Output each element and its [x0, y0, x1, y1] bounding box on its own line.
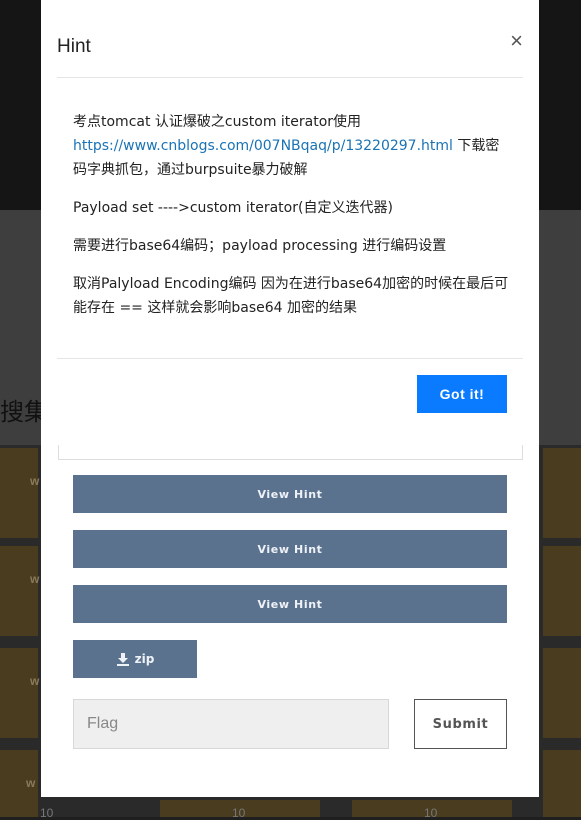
- hint-paragraph: 取消Palyload Encoding编码 因为在进行base64加密的时候在最…: [73, 276, 509, 316]
- challenge-tile[interactable]: w: [0, 546, 39, 636]
- challenge-tile[interactable]: [543, 648, 581, 738]
- modal-title: Hint: [57, 36, 91, 57]
- hint-paragraph: 需要进行base64编码；payload processing 进行编码设置: [73, 238, 447, 254]
- got-it-button[interactable]: Got it!: [417, 375, 507, 413]
- hint-link[interactable]: https://www.cnblogs.com/007NBqaq/p/13220…: [73, 138, 453, 154]
- close-icon[interactable]: ×: [510, 30, 523, 52]
- view-hint-button[interactable]: View Hint: [73, 530, 507, 568]
- challenge-input-edge: [58, 445, 523, 460]
- download-icon: [116, 653, 129, 666]
- challenge-tile[interactable]: [543, 546, 581, 636]
- challenge-panel: View Hint View Hint View Hint zip Submit: [41, 445, 539, 797]
- hint-modal: × Hint 考点tomcat 认证爆破之custom iterator使用 ht…: [41, 0, 539, 445]
- modal-footer-divider: [57, 358, 523, 360]
- challenge-tile[interactable]: w: [0, 750, 38, 817]
- zip-label: zip: [134, 652, 155, 666]
- flag-input[interactable]: [73, 699, 389, 749]
- challenge-tile[interactable]: [543, 750, 581, 817]
- tile-points: 10: [232, 806, 246, 820]
- challenge-tile[interactable]: w: [0, 448, 39, 538]
- modal-header: ×: [57, 0, 523, 78]
- challenge-tile[interactable]: [543, 448, 581, 538]
- submit-button[interactable]: Submit: [414, 699, 507, 749]
- hint-paragraph: 考点tomcat 认证爆破之custom iterator使用 https://w…: [73, 114, 500, 178]
- challenge-tile[interactable]: w: [0, 648, 39, 738]
- tile-points: 10: [424, 806, 438, 820]
- modal-body: 考点tomcat 认证爆破之custom iterator使用 https://w…: [73, 110, 513, 334]
- view-hint-button[interactable]: View Hint: [73, 585, 507, 623]
- view-hint-button[interactable]: View Hint: [73, 475, 507, 513]
- hint-paragraph: Payload set ---->custom iterator(自定义迭代器): [73, 200, 393, 216]
- download-zip-button[interactable]: zip: [73, 640, 197, 678]
- tile-points: 10: [40, 806, 54, 820]
